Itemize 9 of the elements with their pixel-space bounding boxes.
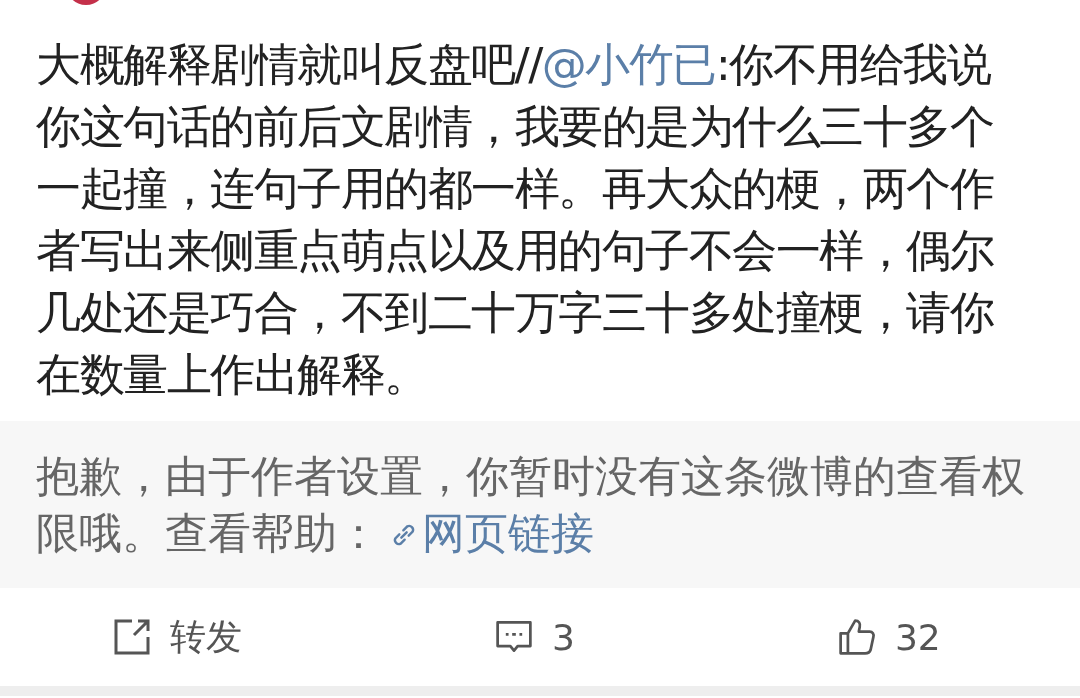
share-icon (112, 617, 152, 657)
web-link[interactable]: 网页链接 (380, 509, 594, 558)
notice-text: 抱歉，由于作者设置，你暂时没有这条微博的查看权限哦。查看帮助： 网页链接 (36, 451, 1026, 560)
thumbs-up-icon (836, 617, 877, 657)
post-text: 大概解释剧情就叫反盘吧//@小竹已:你不用给我说你这句话的前后文剧情，我要的是为什么三十多个一起撞，连句子用的都一样。再大众的梗，两个作者写出来侧重点萌点以及用的句子不会一样，偶尔几处还是巧合，不到二十万字三十多处撞梗，请你在数量上作出解释。 (35, 37, 995, 403)
repost-button[interactable]: 转发 (112, 612, 242, 662)
mention-link[interactable]: @小竹已 (541, 38, 716, 91)
comment-button[interactable]: 3 (494, 616, 575, 658)
like-button[interactable]: 32 (836, 616, 941, 658)
